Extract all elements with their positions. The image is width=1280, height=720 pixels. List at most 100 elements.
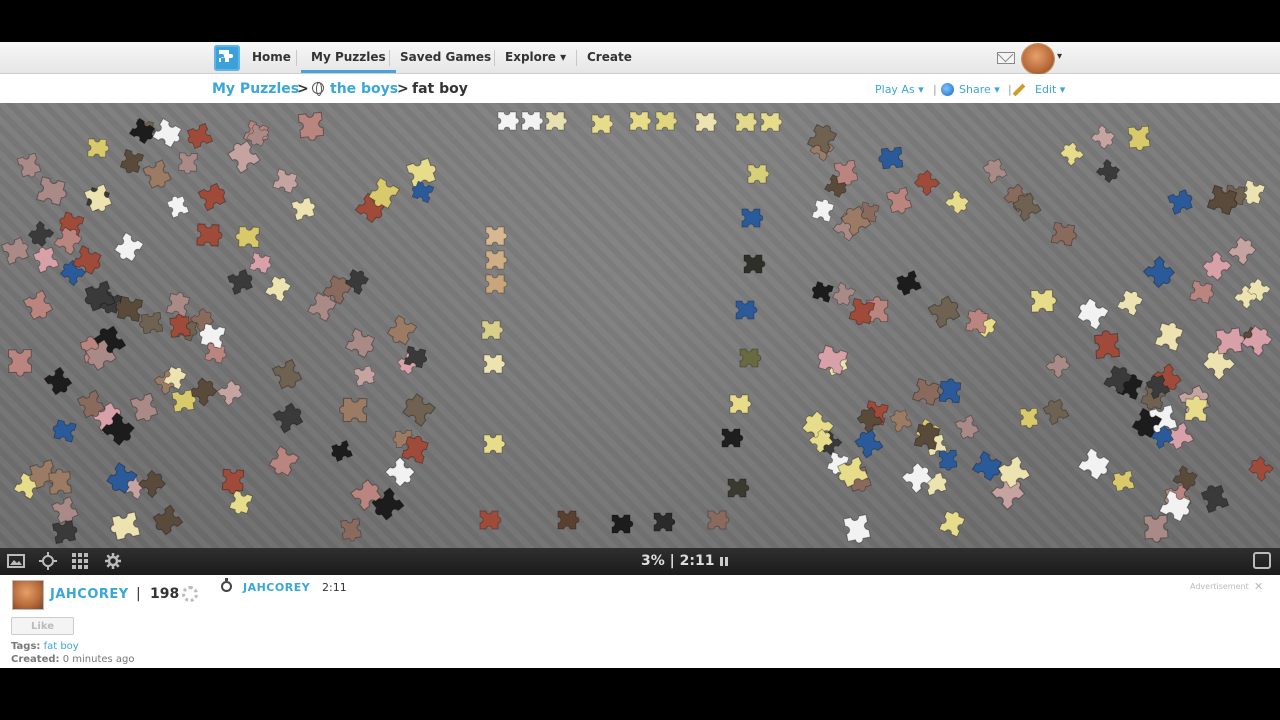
puzzle-piece[interactable] [738,249,768,279]
puzzle-piece[interactable] [1109,282,1152,325]
puzzle-piece[interactable] [1089,152,1128,191]
puzzle-piece[interactable] [730,295,760,325]
puzzle-piece[interactable] [215,462,251,498]
creator-username[interactable]: JAHCOREY [50,587,129,602]
puzzle-piece[interactable] [209,372,251,414]
user-avatar[interactable] [1022,44,1054,74]
puzzle-piece[interactable] [263,350,312,399]
puzzle-piece[interactable] [290,104,332,146]
puzzle-piece[interactable] [742,159,772,189]
puzzle-piece[interactable] [476,315,506,345]
nav-create[interactable]: Create [577,42,642,73]
puzzle-piece[interactable] [722,473,752,503]
puzzle-piece[interactable] [46,412,83,449]
puzzle-piece[interactable] [1014,402,1043,431]
edit-dropdown[interactable]: Edit ▾ [1035,83,1065,96]
sort-edges-icon[interactable] [71,552,89,570]
puzzle-piece[interactable] [1241,449,1280,490]
puzzle-piece[interactable] [552,505,582,535]
puzzle-piece[interactable] [335,390,374,429]
scatter-pieces-icon[interactable] [39,552,57,570]
puzzle-piece[interactable] [397,339,433,375]
puzzle-piece[interactable] [648,507,678,537]
letterbox-top [0,0,1280,42]
nav-explore-dropdown[interactable]: Explore ▾ [495,42,576,73]
avatar[interactable] [12,580,44,610]
puzzle-piece[interactable] [690,107,720,137]
tags-line: Tags: fat boy [11,641,79,652]
puzzle-piece[interactable] [1146,314,1193,361]
puzzle-piece[interactable] [478,349,508,379]
puzzle-piece[interactable] [606,509,636,539]
avatar-caret-icon[interactable]: ▾ [1057,51,1062,62]
image-preview-icon[interactable] [7,552,25,570]
puzzle-piece[interactable] [874,140,910,176]
letterbox-bottom [0,668,1280,720]
progress-readout: 3% | 2:11 [641,553,714,569]
like-button[interactable]: Like [11,617,74,635]
puzzle-board[interactable] [0,103,1280,548]
puzzle-piece[interactable] [1136,507,1176,547]
puzzle-piece[interactable] [1121,119,1157,155]
puzzle-piece[interactable] [1024,283,1061,320]
puzzle-piece[interactable] [1159,181,1200,222]
puzzle-piece[interactable] [734,343,764,373]
puzzle-piece[interactable] [263,393,312,442]
mail-icon[interactable] [997,52,1015,64]
puzzle-piece[interactable] [325,434,360,469]
puzzle-piece[interactable] [105,223,153,271]
puzzle-piece[interactable] [1107,464,1141,498]
fullscreen-icon[interactable] [1253,552,1271,569]
puzzle-piece[interactable] [755,107,785,137]
timer-time: 2:11 [322,581,347,594]
puzzle-piece[interactable] [336,319,384,367]
tag-link[interactable]: fat boy [44,641,79,652]
puzzle-piece[interactable] [189,174,234,219]
nav-my-puzzles[interactable]: My Puzzles [301,42,396,73]
puzzle-piece[interactable] [1,342,39,380]
puzzle-piece[interactable] [958,303,996,341]
puzzle-piece[interactable] [1044,215,1083,254]
puzzle-piece[interactable] [82,133,112,163]
puzzle-piece[interactable] [474,505,504,535]
puzzle-piece[interactable] [1182,273,1219,310]
puzzle-piece[interactable] [586,109,616,139]
puzzle-piece[interactable] [650,106,680,136]
puzzle-piece[interactable] [809,336,858,385]
puzzle-piece[interactable] [835,506,879,548]
puzzle-piece[interactable] [41,464,78,501]
puzzle-piece[interactable] [14,281,62,329]
puzzle-piece[interactable] [478,429,508,459]
nav-home[interactable]: Home [242,42,301,73]
share-dropdown[interactable]: Share ▾ [959,83,1000,96]
breadcrumb-folder[interactable]: the boys [330,81,398,97]
puzzle-piece[interactable] [480,269,510,299]
pause-icon[interactable] [720,557,728,566]
puzzle-piece[interactable] [1083,117,1122,156]
nav-saved-games[interactable]: Saved Games [390,42,501,73]
timer-username[interactable]: JAHCOREY [243,581,310,594]
puzzle-piece[interactable] [165,383,202,420]
puzzle-piece[interactable] [702,505,732,535]
score-badge-icon [182,586,198,602]
puzzle-piece[interactable] [736,203,766,233]
puzzle-piece[interactable] [1038,346,1078,386]
puzzle-piece[interactable] [259,436,308,485]
puzzle-piece[interactable] [163,310,197,344]
play-as-dropdown[interactable]: Play As ▾ [875,83,924,96]
breadcrumb-my-puzzles[interactable]: My Puzzles [212,81,299,97]
puzzle-piece[interactable] [716,423,746,453]
puzzle-piece[interactable] [189,216,226,253]
jigsaw-logo-icon[interactable] [214,45,240,71]
puzzle-piece[interactable] [109,288,151,330]
puzzle-piece[interactable] [724,389,754,419]
puzzle-piece[interactable] [347,359,381,393]
puzzle-piece[interactable] [933,444,963,474]
puzzle-piece[interactable] [931,503,973,545]
gear-icon[interactable] [104,552,122,570]
puzzle-piece[interactable] [45,513,84,548]
puzzle-piece[interactable] [1177,391,1214,428]
close-icon[interactable]: ✕ [1254,580,1263,593]
puzzle-piece[interactable] [540,106,570,136]
puzzle-piece[interactable] [103,503,150,548]
